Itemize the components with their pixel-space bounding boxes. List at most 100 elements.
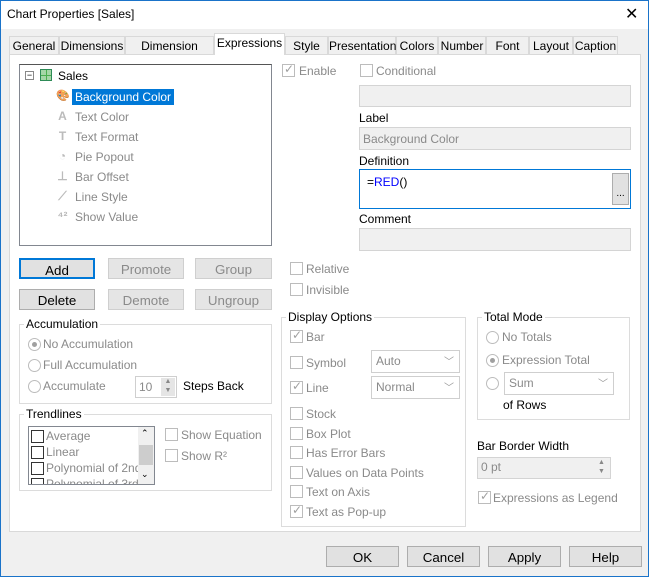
help-button[interactable]: Help <box>569 546 642 567</box>
steps-back-label: Steps Back <box>183 379 244 393</box>
scroll-up-icon[interactable]: ⌃ <box>141 428 149 439</box>
group-button[interactable]: Group <box>195 258 272 279</box>
symbol-select[interactable]: Auto ﹀ <box>371 350 460 373</box>
trendline-checkbox[interactable] <box>31 446 44 459</box>
display-option-checkbox[interactable] <box>290 427 303 440</box>
tree-item[interactable]: Line Style <box>72 189 131 205</box>
tab-number[interactable]: Number <box>438 36 486 55</box>
ungroup-button[interactable]: Ungroup <box>195 289 272 310</box>
label-input[interactable]: Background Color <box>359 127 631 150</box>
display-option-checkbox[interactable] <box>290 503 303 518</box>
display-option-checkbox[interactable] <box>290 466 303 479</box>
accumulation-radio[interactable] <box>28 380 41 393</box>
tab-font[interactable]: Font <box>486 36 529 55</box>
tree-item[interactable]: Show Value <box>72 209 141 225</box>
tab-layout[interactable]: Layout <box>529 36 573 55</box>
trendline-checkbox[interactable] <box>31 478 44 484</box>
display-option-label: Symbol <box>306 356 347 370</box>
tree-item[interactable]: Background Color <box>72 89 175 105</box>
tab-style[interactable]: Style <box>285 36 328 55</box>
total-mode-title: Total Mode <box>482 310 545 324</box>
sum-select[interactable]: Sum ﹀ <box>504 372 614 395</box>
show-value-icon: ⁴² <box>57 209 68 223</box>
tab-dimension-limits[interactable]: Dimension Limits <box>125 36 214 71</box>
expression-total-radio[interactable] <box>486 354 499 367</box>
tab-presentation[interactable]: Presentation <box>328 36 396 55</box>
comment-input[interactable] <box>359 228 631 251</box>
bar-border-width-label: Bar Border Width <box>477 439 570 453</box>
browse-expression-button[interactable]: ... <box>612 173 629 205</box>
delete-button[interactable]: Delete <box>19 289 95 310</box>
display-option-checkbox[interactable] <box>290 407 303 420</box>
spin-up-icon[interactable]: ▲ <box>161 378 175 387</box>
tree-item[interactable]: Pie Popout <box>72 149 137 165</box>
tab-caption[interactable]: Caption <box>573 36 618 55</box>
trendlines-list[interactable]: Average Linear Polynomial of 2nd d Polynomi… <box>28 426 155 485</box>
label-caption: Label <box>359 111 389 125</box>
spin-down-icon[interactable]: ▼ <box>594 468 609 477</box>
no-totals-radio[interactable] <box>486 331 499 344</box>
display-option-checkbox[interactable] <box>290 356 303 369</box>
trendline-label: Linear <box>46 445 80 459</box>
pie-icon: ◔ <box>58 149 67 163</box>
conditional-input[interactable] <box>359 85 631 107</box>
tab-general[interactable]: General <box>9 36 59 55</box>
trendline-label: Polynomial of 2nd d <box>46 461 152 475</box>
total-mode-group: Total Mode <box>477 310 630 420</box>
spin-up-icon[interactable]: ▲ <box>594 459 609 468</box>
collapse-icon[interactable]: − <box>25 71 34 80</box>
display-option-label: Has Error Bars <box>306 446 386 460</box>
tree-item[interactable]: Text Color <box>72 109 132 125</box>
display-option-checkbox[interactable] <box>290 379 303 394</box>
trendline-checkbox[interactable] <box>31 462 44 475</box>
display-option-checkbox[interactable] <box>290 446 303 459</box>
steps-spinner[interactable]: 10 ▲ ▼ <box>135 376 177 398</box>
promote-button[interactable]: Promote <box>108 258 184 279</box>
demote-button[interactable]: Demote <box>108 289 184 310</box>
expressions-as-legend-checkbox[interactable] <box>478 489 491 504</box>
display-option-checkbox[interactable] <box>290 328 303 343</box>
tab-expressions[interactable]: Expressions <box>214 33 285 55</box>
expression-tree[interactable]: − Sales 🎨 Background Color A Text Color T Tex… <box>19 64 272 246</box>
chevron-down-icon: ﹀ <box>598 379 608 390</box>
trendlines-scrollbar[interactable]: ⌃ ⌄ <box>138 427 154 484</box>
invisible-checkbox[interactable] <box>290 283 303 296</box>
apply-button[interactable]: Apply <box>488 546 561 567</box>
close-icon[interactable]: ✕ <box>625 4 638 24</box>
relative-label: Relative <box>306 262 350 276</box>
scroll-down-icon[interactable]: ⌄ <box>141 469 149 480</box>
ok-button[interactable]: OK <box>326 546 399 567</box>
definition-suffix: () <box>399 175 408 189</box>
tree-item[interactable]: Bar Offset <box>72 169 132 185</box>
enable-checkbox[interactable] <box>282 62 295 77</box>
trendlines-title: Trendlines <box>24 407 84 421</box>
text-color-icon: A <box>58 109 67 123</box>
spin-down-icon[interactable]: ▼ <box>161 387 175 396</box>
show-equation-label: Show Equation <box>181 428 262 442</box>
add-button[interactable]: Add <box>19 258 95 279</box>
definition-input[interactable]: =RED() ... <box>359 169 631 209</box>
display-option-label: Stock <box>306 407 337 421</box>
tree-item[interactable]: Text Format <box>72 129 141 145</box>
cancel-button[interactable]: Cancel <box>407 546 480 567</box>
accumulation-radio[interactable] <box>28 359 41 372</box>
tree-root-sales[interactable]: Sales <box>58 69 88 83</box>
chart-table-icon <box>40 69 52 81</box>
conditional-checkbox[interactable] <box>360 64 373 77</box>
show-equation-checkbox[interactable] <box>165 428 178 441</box>
scroll-thumb[interactable] <box>139 445 153 465</box>
relative-checkbox[interactable] <box>290 262 303 275</box>
display-option-label: Line <box>306 381 329 395</box>
accumulation-title: Accumulation <box>24 317 101 331</box>
sum-of-rows-radio[interactable] <box>486 377 499 390</box>
bar-border-width-input[interactable]: 0 pt ▲ ▼ <box>477 457 611 479</box>
tab-colors[interactable]: Colors <box>396 36 438 55</box>
display-option-checkbox[interactable] <box>290 485 303 498</box>
line-select[interactable]: Normal ﹀ <box>371 376 460 399</box>
trendline-checkbox[interactable] <box>31 430 44 443</box>
accumulation-radio[interactable] <box>28 338 41 351</box>
show-r2-checkbox[interactable] <box>165 449 178 462</box>
definition-caption: Definition <box>359 154 410 168</box>
text-format-icon: T <box>58 129 67 143</box>
tab-dimensions[interactable]: Dimensions <box>59 36 125 55</box>
